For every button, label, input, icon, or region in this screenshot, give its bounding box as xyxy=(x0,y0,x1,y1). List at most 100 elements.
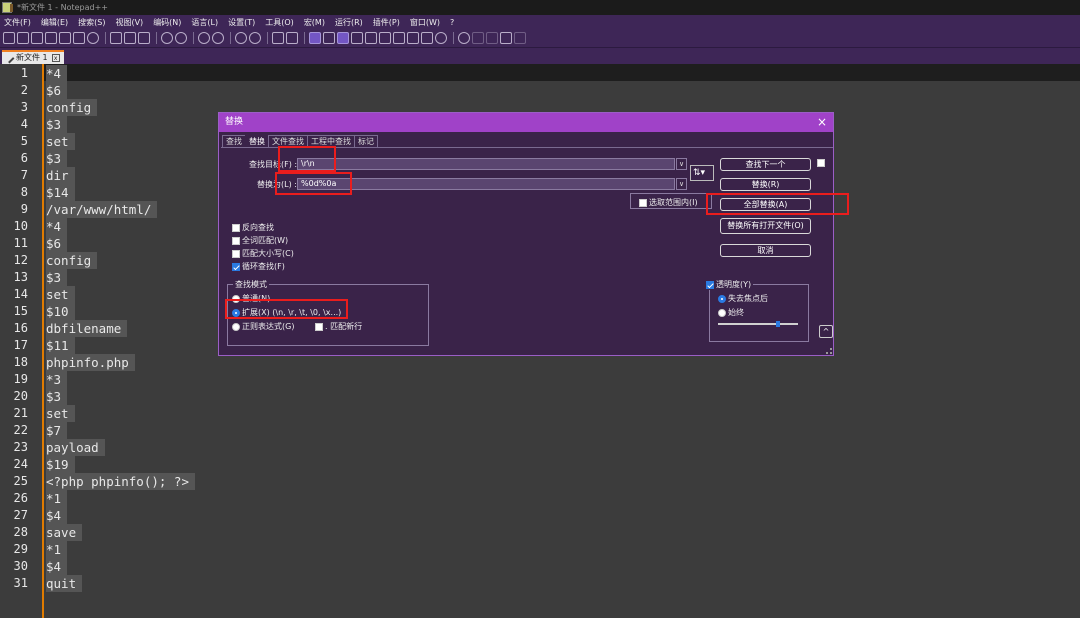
transparency-slider-track[interactable] xyxy=(718,323,798,325)
transparency-checkbox[interactable]: 透明度(Y) xyxy=(704,279,754,290)
undo-icon[interactable] xyxy=(161,32,173,44)
menu-run[interactable]: 运行(R) xyxy=(335,17,363,28)
code-line: $7 xyxy=(46,422,68,439)
code-line: config xyxy=(46,99,98,116)
menu-help[interactable]: ? xyxy=(450,18,454,27)
line-number: 15 xyxy=(13,304,28,318)
tab-find-in-files[interactable]: 文件查找 xyxy=(268,135,308,147)
show-all-chars-icon[interactable] xyxy=(323,32,335,44)
transparency-slider-thumb[interactable] xyxy=(776,321,780,327)
line-number: 12 xyxy=(13,253,28,267)
line-number: 8 xyxy=(20,185,28,199)
document-map-icon[interactable] xyxy=(365,32,377,44)
print-icon[interactable] xyxy=(87,32,99,44)
function-list-icon[interactable] xyxy=(393,32,405,44)
toolbar-separator xyxy=(453,32,454,44)
line-number: 11 xyxy=(13,236,28,250)
open-file-icon[interactable] xyxy=(17,32,29,44)
sync-vertical-icon[interactable] xyxy=(272,32,284,44)
play-macro-icon[interactable] xyxy=(486,32,498,44)
redo-icon[interactable] xyxy=(175,32,187,44)
dot-matches-newline-checkbox[interactable]: . 匹配新行 xyxy=(315,321,362,332)
tab-close-icon[interactable]: x xyxy=(51,54,60,62)
line-number: 3 xyxy=(20,100,28,114)
cut-icon[interactable] xyxy=(110,32,122,44)
menu-window[interactable]: 窗口(W) xyxy=(410,17,440,28)
backward-checkbox[interactable]: 反向查找 xyxy=(232,222,274,233)
find-dropdown-icon[interactable]: ∨ xyxy=(676,158,687,170)
checkbox-box xyxy=(315,322,323,331)
swap-find-replace-button[interactable]: ⇅▾ xyxy=(690,165,714,181)
xml-tag-icon[interactable] xyxy=(351,32,363,44)
save-icon[interactable] xyxy=(31,32,43,44)
record-macro-icon[interactable] xyxy=(458,32,470,44)
backward-label: 反向查找 xyxy=(242,223,274,232)
menu-macro[interactable]: 宏(M) xyxy=(304,17,325,28)
save-macro-icon[interactable] xyxy=(514,32,526,44)
run-macro-multiple-icon[interactable] xyxy=(500,32,512,44)
code-line: $3 xyxy=(46,388,68,405)
always-radio[interactable]: 始终 xyxy=(718,307,744,318)
wrap-around-checkbox[interactable]: 循环查找(F) xyxy=(232,261,285,272)
find-next-button[interactable]: 查找下一个 xyxy=(720,158,811,171)
collapse-dialog-button[interactable]: ^ xyxy=(819,325,833,338)
menu-tools[interactable]: 工具(O) xyxy=(265,17,294,28)
radio-circle-selected xyxy=(718,294,726,303)
find-icon[interactable] xyxy=(198,32,210,44)
menu-search[interactable]: 搜索(S) xyxy=(78,17,105,28)
menu-language[interactable]: 语言(L) xyxy=(191,17,218,28)
word-wrap-icon[interactable] xyxy=(309,32,321,44)
tab-find[interactable]: 查找 xyxy=(222,135,246,147)
tab-replace[interactable]: 替换 xyxy=(245,135,269,147)
resize-grip[interactable] xyxy=(826,348,832,354)
save-all-icon[interactable] xyxy=(45,32,57,44)
menu-settings[interactable]: 设置(T) xyxy=(228,17,255,28)
find-input[interactable]: \r\n xyxy=(297,158,675,170)
menu-view[interactable]: 视图(V) xyxy=(115,17,143,28)
tab-mark[interactable]: 标记 xyxy=(354,135,378,147)
on-lose-focus-radio[interactable]: 失去焦点后 xyxy=(718,293,768,304)
menu-edit[interactable]: 编辑(E) xyxy=(41,17,68,28)
new-file-icon[interactable] xyxy=(3,32,15,44)
in-selection-checkbox[interactable]: 选取范围内(I) xyxy=(639,197,698,208)
copy-icon[interactable] xyxy=(124,32,136,44)
line-number: 31 xyxy=(13,576,28,590)
paste-icon[interactable] xyxy=(138,32,150,44)
stop-macro-icon[interactable] xyxy=(472,32,484,44)
dialog-close-icon[interactable]: × xyxy=(817,113,827,132)
document-list-icon[interactable] xyxy=(379,32,391,44)
replace-all-open-files-button[interactable]: 替换所有打开文件(O) xyxy=(720,218,811,234)
sync-horizontal-icon[interactable] xyxy=(286,32,298,44)
mode-regex-radio[interactable]: 正则表达式(G) xyxy=(232,321,294,332)
replace-dropdown-icon[interactable]: ∨ xyxy=(676,178,687,190)
cancel-button[interactable]: 取消 xyxy=(720,244,811,257)
mode-normal-radio[interactable]: 普通(N) xyxy=(232,293,270,304)
zoom-out-icon[interactable] xyxy=(249,32,261,44)
folder-workspace-icon[interactable] xyxy=(407,32,419,44)
line-number: 5 xyxy=(20,134,28,148)
code-line: phpinfo.php xyxy=(46,354,135,371)
find-next-option-checkbox[interactable] xyxy=(817,159,827,167)
replace-button[interactable]: 替换(R) xyxy=(720,178,811,191)
close-icon[interactable] xyxy=(59,32,71,44)
replace-input[interactable]: %0d%0a xyxy=(297,178,675,190)
indent-guide-icon[interactable] xyxy=(337,32,349,44)
replace-all-button[interactable]: 全部替换(A) xyxy=(720,198,811,211)
replace-icon[interactable] xyxy=(212,32,224,44)
menu-file[interactable]: 文件(F) xyxy=(4,17,31,28)
close-all-icon[interactable] xyxy=(73,32,85,44)
tab-label: 新文件 1 xyxy=(16,53,48,62)
mode-normal-label: 普通(N) xyxy=(242,294,271,303)
settings-icon[interactable] xyxy=(435,32,447,44)
whole-word-label: 全词匹配(W) xyxy=(242,236,289,245)
menu-encoding[interactable]: 编码(N) xyxy=(153,17,181,28)
match-case-checkbox[interactable]: 匹配大小写(C) xyxy=(232,248,294,259)
monitoring-icon[interactable] xyxy=(421,32,433,44)
menu-plugins[interactable]: 插件(P) xyxy=(373,17,400,28)
mode-extended-radio[interactable]: 扩展(X) (\n, \r, \t, \0, \x...) xyxy=(232,307,341,318)
whole-word-checkbox[interactable]: 全词匹配(W) xyxy=(232,235,288,246)
line-number: 30 xyxy=(13,559,28,573)
tab-new-file-1[interactable]: 新文件 1 x xyxy=(2,50,64,64)
zoom-in-icon[interactable] xyxy=(235,32,247,44)
tab-find-in-projects[interactable]: 工程中查找 xyxy=(307,135,355,147)
